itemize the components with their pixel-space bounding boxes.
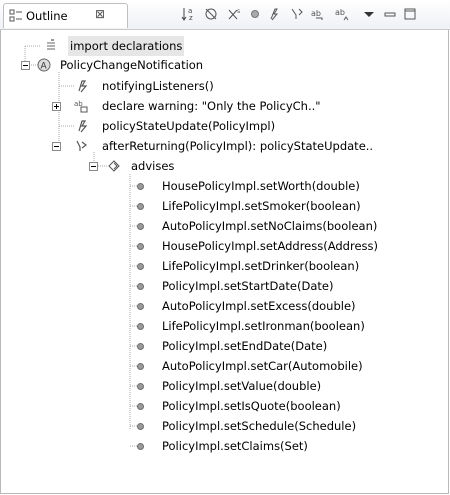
advises-relation-icon [108,160,120,172]
method-icon [137,303,144,310]
view-menu-icon[interactable] [361,6,377,22]
svg-text:ab: ab [311,9,321,18]
svg-text:ab: ab [335,8,345,17]
pointcut-icon [78,80,88,93]
tree-item-label: LifePolicyImpl.setDrinker(boolean) [162,259,360,273]
tree-item-label: AutoPolicyImpl.setCar(Automobile) [162,359,363,373]
tree-item-label: PolicyImpl.setIsQuote(boolean) [162,399,341,413]
tree-item-label: AutoPolicyImpl.setExcess(double) [162,299,356,313]
method-icon [137,423,144,430]
method-icon [137,343,144,350]
tree-item-label: HousePolicyImpl.setAddress(Address) [162,239,379,253]
tree-item-advised-method[interactable]: PolicyImpl.setClaims(Set) [0,436,450,456]
method-icon [137,443,144,450]
tree-item-advised-method[interactable]: PolicyImpl.setValue(double) [0,376,450,396]
method-icon [137,403,144,410]
pointcut-icon [78,120,88,133]
tree-item-advised-method[interactable]: PolicyImpl.setSchedule(Schedule) [0,416,450,436]
advice-icon [76,140,87,151]
tree-item-advised-method[interactable]: PolicyImpl.setStartDate(Date) [0,276,450,296]
method-icon [137,323,144,330]
tree-item-advised-method[interactable]: PolicyImpl.setEndDate(Date) [0,336,450,356]
tree-item-label: LifePolicyImpl.setSmoker(boolean) [162,199,361,213]
advice-filter-icon[interactable] [266,6,282,22]
method-icon [137,263,144,270]
tree-item-label: PolicyImpl.setClaims(Set) [162,439,308,453]
tab-outline[interactable]: Outline ⊠ [3,3,128,28]
hide-nonpublic-icon[interactable] [247,6,263,22]
hide-fields-icon[interactable] [203,6,219,22]
imports-icon [47,39,55,50]
tree-item-imports[interactable]: import declarations [0,36,450,56]
collapse-toggle[interactable] [21,61,30,70]
tree-item-label: advises [131,159,175,173]
tree-item-advised-method[interactable]: LifePolicyImpl.setSmoker(boolean) [0,196,450,216]
tree-item-advised-method[interactable]: HousePolicyImpl.setWorth(double) [0,176,450,196]
tree-item-aspect[interactable]: A PolicyChangeNotification [0,55,450,75]
method-icon [137,363,144,370]
collapse-toggle[interactable] [52,142,61,151]
method-icon [137,223,144,230]
method-icon [137,383,144,390]
method-icon [137,243,144,250]
hide-static-icon[interactable]: s [226,6,242,22]
tree-item-advised-method[interactable]: AutoPolicyImpl.setExcess(double) [0,296,450,316]
svg-text:s: s [237,8,240,15]
tree-item-declare-warning[interactable]: ab declare warning: "Only the PolicyCh..… [0,96,450,116]
outline-icon [9,9,22,22]
tree-item-label: HousePolicyImpl.setWorth(double) [162,179,360,193]
tree-item-advises[interactable]: advises [0,156,450,176]
aspect-icon: A [37,58,51,72]
tree-item-label: PolicyImpl.setSchedule(Schedule) [162,419,357,433]
tab-label: Outline [26,9,68,23]
tree-item-label: PolicyImpl.setEndDate(Date) [162,339,328,353]
method-icon [137,183,144,190]
tree-item-advised-method[interactable]: LifePolicyImpl.setIronman(boolean) [0,316,450,336]
svg-text:A: A [41,62,48,72]
tree-item-advised-method[interactable]: AutoPolicyImpl.setNoClaims(boolean) [0,216,450,236]
close-icon[interactable]: ⊠ [95,7,105,21]
declare-warning-icon: ab [74,100,88,113]
tree-item-advised-method[interactable]: HousePolicyImpl.setAddress(Address) [0,236,450,256]
tree-item-advised-method[interactable]: AutoPolicyImpl.setCar(Automobile) [0,356,450,376]
view-toolbar: Outline ⊠ az s ab ab [0,0,450,30]
method-icon [137,203,144,210]
collapse-icon[interactable]: ab [334,6,350,22]
tree-item-label: policyStateUpdate(PolicyImpl) [102,119,276,133]
collapse-toggle[interactable] [89,162,98,171]
method-icon [137,283,144,290]
tree-item-label: PolicyImpl.setStartDate(Date) [162,279,334,293]
tree-item-label: declare warning: "Only the PolicyCh.." [102,99,321,113]
minimize-icon[interactable] [382,6,398,22]
tree-item-label: AutoPolicyImpl.setNoClaims(boolean) [162,219,378,233]
tree-item-label: notifyingListeners() [102,79,214,93]
link-icon[interactable]: ab [310,6,326,22]
sort-az-icon[interactable]: az [181,6,197,22]
maximize-icon[interactable] [402,6,418,22]
tree-item-label: PolicyImpl.setValue(double) [162,379,322,393]
expand-toggle[interactable] [52,102,61,111]
tree-item-advised-method[interactable]: PolicyImpl.setIsQuote(boolean) [0,396,450,416]
filter-icon[interactable] [289,6,305,22]
tree-item-label: PolicyChangeNotification [60,58,204,72]
tree-item-pointcut[interactable]: notifyingListeners() [0,76,450,96]
tree-item-label: LifePolicyImpl.setIronman(boolean) [162,319,365,333]
tree-item-advice[interactable]: afterReturning(PolicyImpl): policyStateU… [0,136,450,156]
tree-item-label: afterReturning(PolicyImpl): policyStateU… [102,139,374,153]
tree-item-advised-method[interactable]: LifePolicyImpl.setDrinker(boolean) [0,256,450,276]
svg-text:z: z [189,14,193,22]
tree-item-pointcut[interactable]: policyStateUpdate(PolicyImpl) [0,116,450,136]
tree-item-label: import declarations [68,36,185,56]
